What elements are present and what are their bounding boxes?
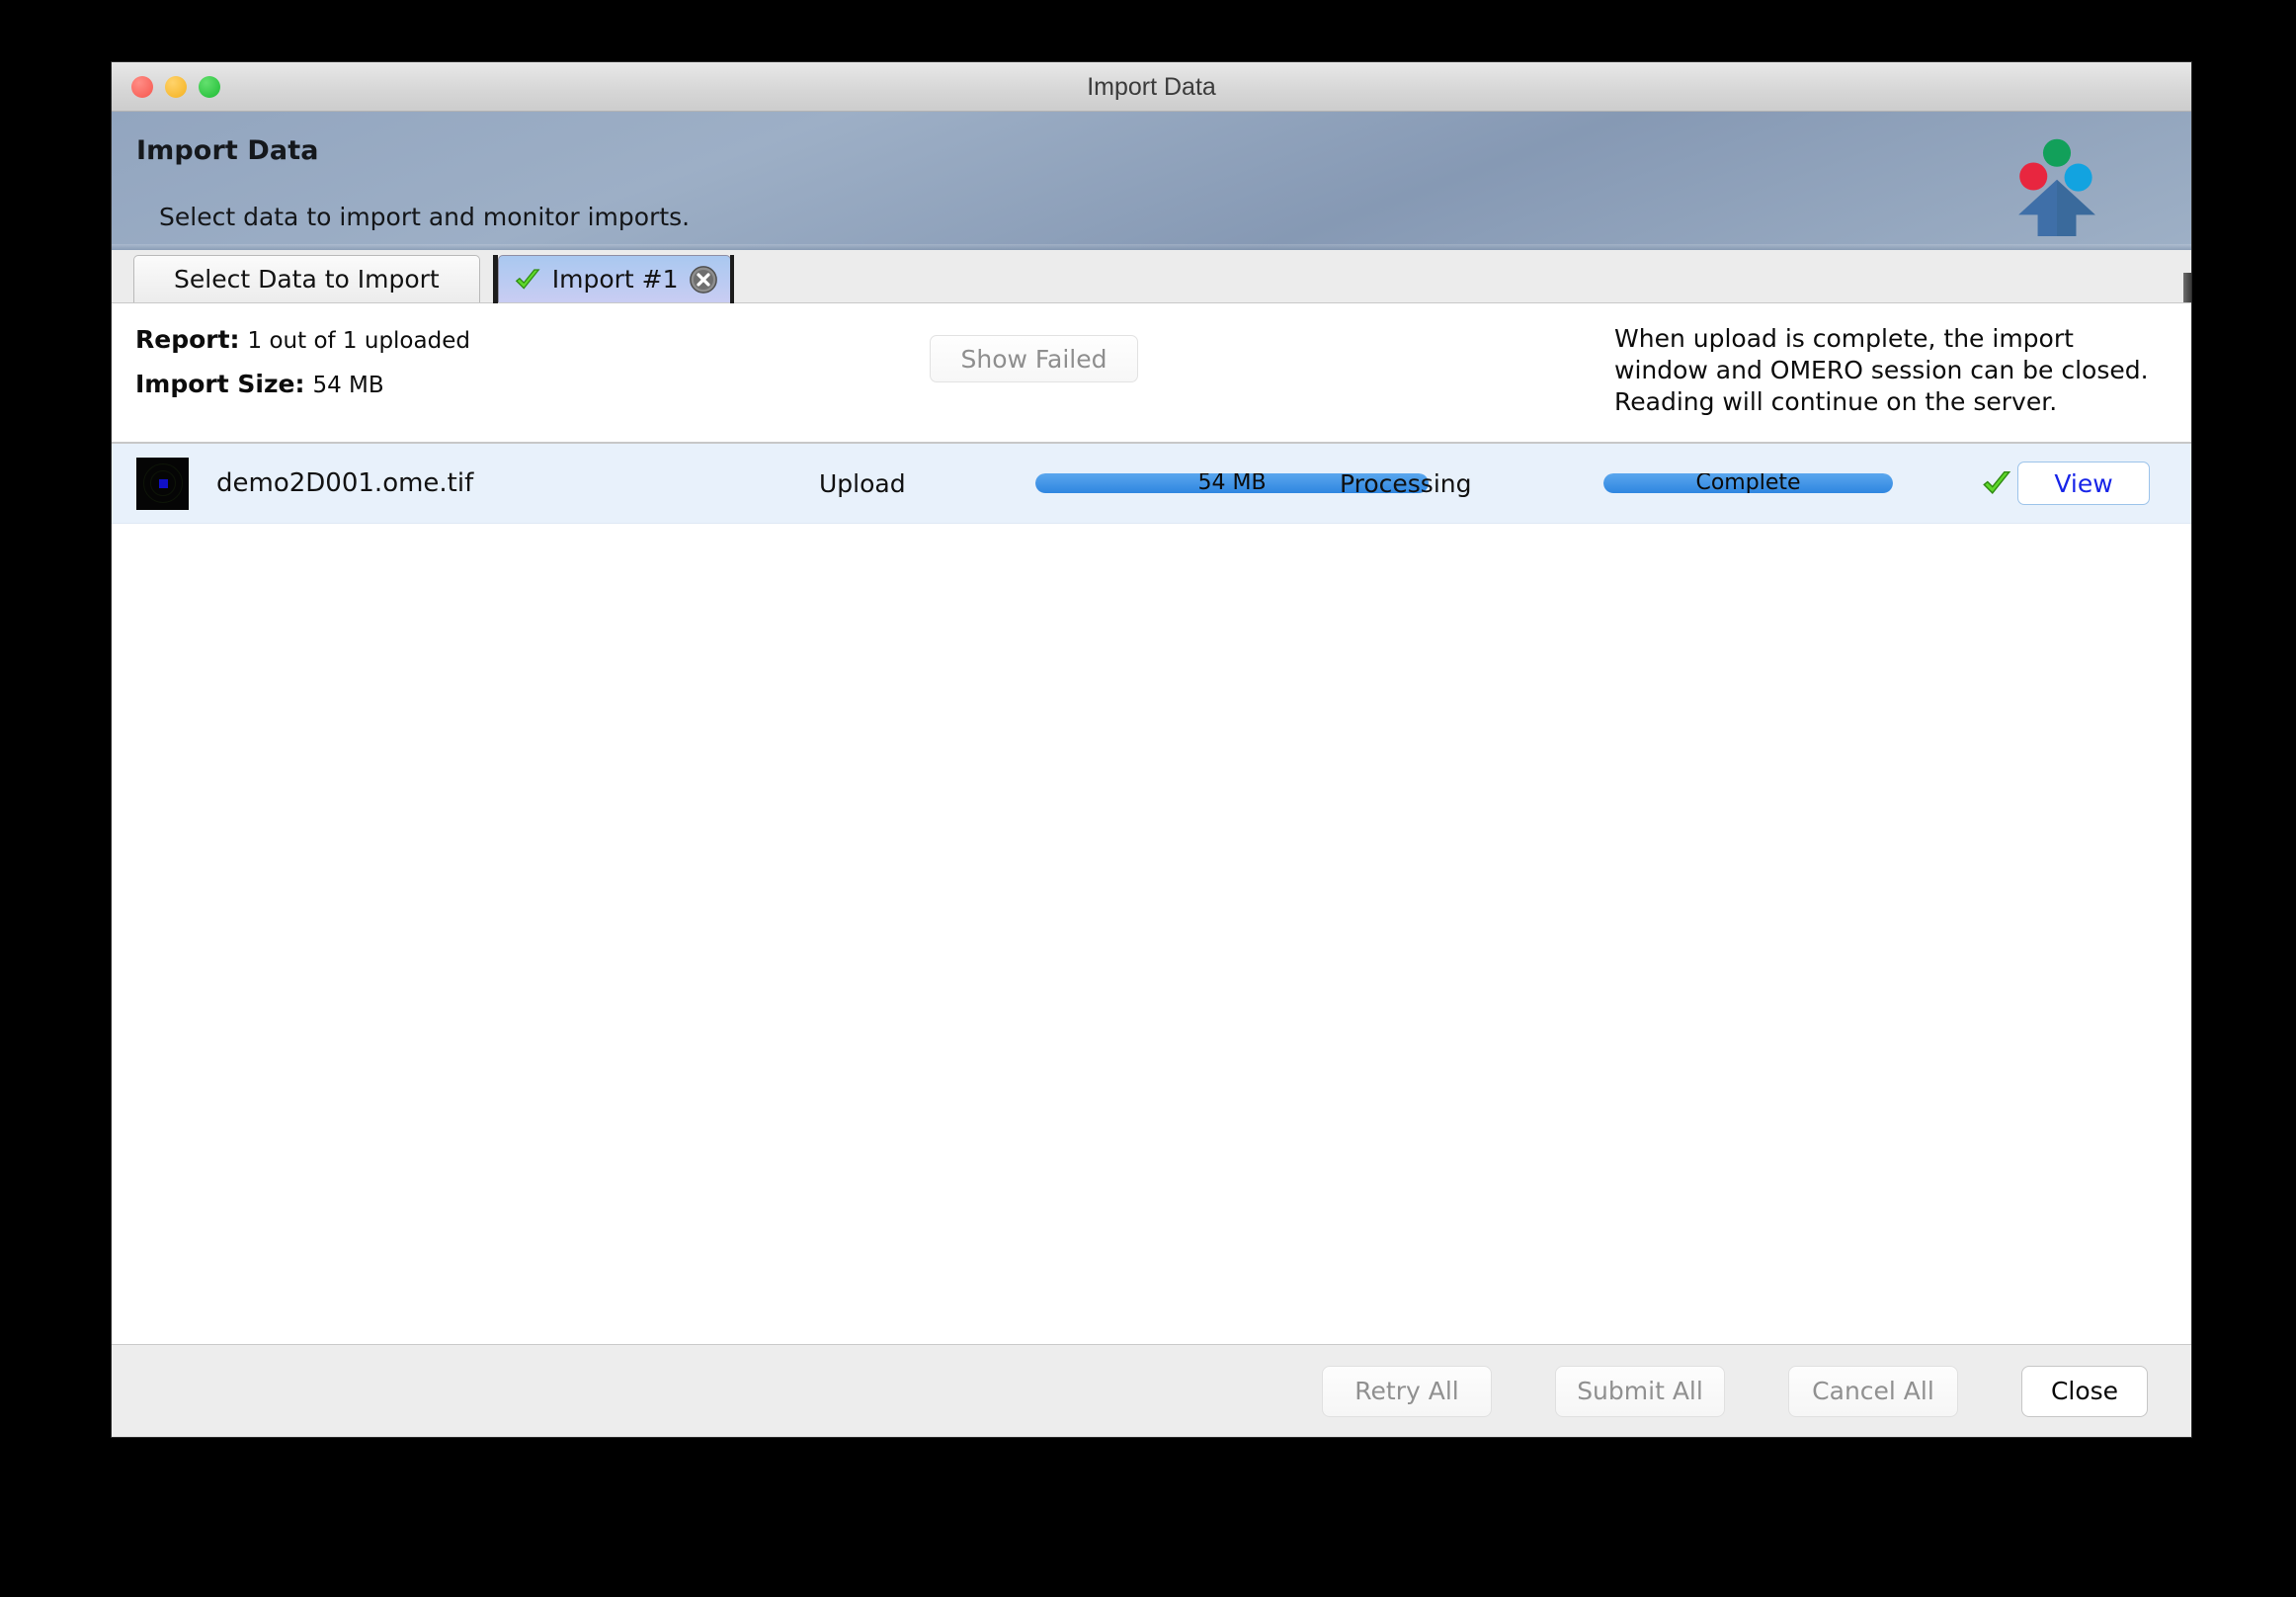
tab-import-1[interactable]: Import #1 [492, 255, 734, 303]
submit-all-button[interactable]: Submit All [1555, 1365, 1725, 1417]
report-label: Report: [135, 325, 240, 354]
window-title: Import Data [1087, 73, 1216, 101]
import-size-value: 54 MB [312, 373, 384, 398]
import-data-window: Import Data Import Data Select data to i… [111, 61, 2192, 1438]
tab-label: Select Data to Import [174, 265, 440, 294]
banner: Import Data Select data to import and mo… [112, 112, 2191, 250]
close-circle-icon[interactable] [689, 265, 718, 294]
show-failed-button[interactable]: Show Failed [930, 335, 1138, 382]
omero-import-upload-icon [2018, 138, 2095, 236]
tab-strip-edge-marker [2183, 273, 2191, 302]
report-line: Report: 1 out of 1 uploaded [135, 325, 470, 354]
import-size-label: Import Size: [135, 370, 305, 398]
retry-all-button[interactable]: Retry All [1322, 1365, 1492, 1417]
upload-label: Upload [819, 468, 906, 498]
table-row[interactable]: demo2D001.ome.tif Upload 54 MB Processin… [112, 444, 2191, 524]
import-file-list: demo2D001.ome.tif Upload 54 MB Processin… [112, 442, 2191, 1344]
file-name: demo2D001.ome.tif [216, 468, 474, 498]
processing-progress-bar: Complete [1603, 473, 1893, 493]
processing-progress-text: Complete [1695, 473, 1801, 493]
footer-button-bar: Retry All Submit All Cancel All Close [112, 1344, 2191, 1437]
cancel-all-button[interactable]: Cancel All [1788, 1365, 1958, 1417]
banner-title: Import Data [136, 135, 319, 166]
upload-completion-note: When upload is complete, the import wind… [1614, 324, 2149, 416]
report-value: 1 out of 1 uploaded [247, 328, 470, 354]
tab-strip: Select Data to Import Import #1 [112, 250, 2191, 303]
processing-label: Processing [1340, 468, 1472, 498]
view-button[interactable]: View [2017, 462, 2150, 505]
banner-subtitle: Select data to import and monitor import… [159, 203, 691, 231]
window-titlebar: Import Data [112, 62, 2191, 112]
green-check-icon [1983, 470, 2011, 494]
close-button[interactable]: Close [2021, 1365, 2148, 1417]
tab-select-data-to-import[interactable]: Select Data to Import [133, 255, 480, 302]
report-panel: Report: 1 out of 1 uploaded Import Size:… [112, 303, 2191, 442]
image-thumbnail [136, 457, 189, 510]
report-summary: Report: 1 out of 1 uploaded Import Size:… [135, 325, 470, 414]
green-check-icon [515, 268, 540, 290]
import-size-line: Import Size: 54 MB [135, 370, 470, 398]
tab-label: Import #1 [551, 265, 679, 294]
